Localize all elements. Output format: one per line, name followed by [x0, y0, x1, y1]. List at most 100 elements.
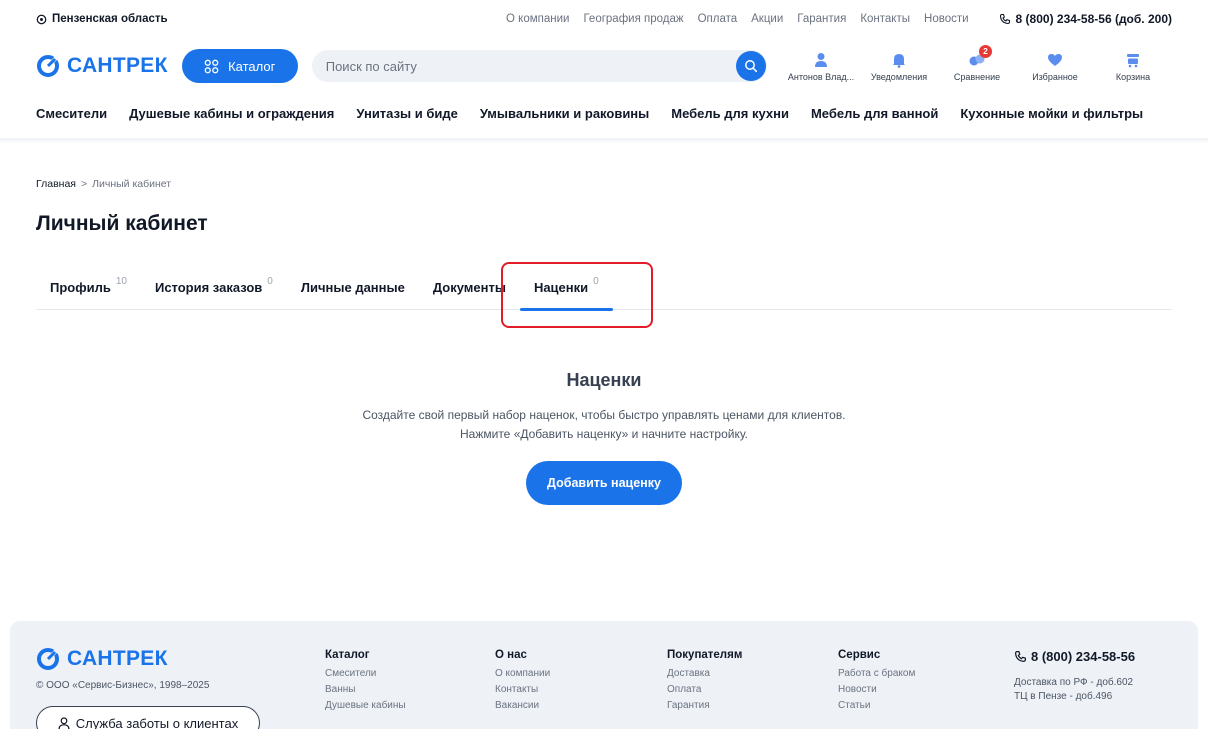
- footer-column-title: Сервис: [838, 649, 881, 661]
- tab-personal-data-label: Личные данные: [300, 280, 405, 295]
- footer-link[interactable]: Ванны: [325, 684, 406, 695]
- footer-link[interactable]: Душевые кабины: [325, 700, 406, 711]
- empty-state-text: Создайте свой первый набор наценок, чтоб…: [0, 406, 1208, 444]
- breadcrumb-home[interactable]: Главная: [36, 178, 76, 190]
- footer-link[interactable]: Доставка: [667, 668, 742, 679]
- cart-button[interactable]: Корзина: [1094, 51, 1172, 82]
- breadcrumb-separator: >: [80, 178, 88, 190]
- compare-badge: 2: [979, 44, 992, 58]
- phone-icon: [999, 13, 1010, 25]
- heart-icon: [1048, 53, 1062, 66]
- breadcrumb: Главная > Личный кабинет: [36, 178, 171, 190]
- top-phone-number: 8 (800) 234-58-56 (доб. 200): [1015, 12, 1172, 26]
- grid-icon: [204, 59, 219, 73]
- footer-link[interactable]: Смесители: [325, 668, 406, 679]
- footer-column-title: Каталог: [325, 649, 370, 661]
- empty-state-line-1: Создайте свой первый набор наценок, чтоб…: [362, 408, 846, 422]
- top-phone[interactable]: 8 (800) 234-58-56 (доб. 200): [999, 12, 1172, 26]
- empty-state-line-2: Нажмите «Добавить наценку» и начните нас…: [460, 427, 748, 441]
- compare-label: Сравнение: [953, 71, 1001, 82]
- top-link-warranty[interactable]: Гарантия: [797, 13, 846, 25]
- account-button[interactable]: Антонов Влад...: [782, 51, 860, 82]
- footer-column-buyers: Покупателям Доставка Оплата Гарантия: [667, 649, 742, 716]
- footer-link[interactable]: Работа с браком: [838, 668, 915, 679]
- customer-care-button[interactable]: Служба заботы о клиентах: [36, 706, 260, 729]
- header-icons: Антонов Влад... Уведомления 2 Сравнение …: [782, 44, 1172, 82]
- search-input[interactable]: [325, 58, 726, 74]
- logo-mark-icon: [37, 55, 59, 77]
- footer: САНТРЕК © ООО «Сервис-Бизнес», 1998–2025…: [10, 621, 1198, 729]
- search-icon: [744, 60, 757, 73]
- search-button[interactable]: [735, 51, 766, 81]
- logo-text: САНТРЕК: [67, 54, 168, 77]
- top-link-news[interactable]: Новости: [924, 13, 969, 25]
- tab-documents-label: Документы: [432, 280, 506, 295]
- annotation-highlight: [501, 262, 653, 328]
- top-link-geography[interactable]: География продаж: [583, 13, 683, 25]
- notifications-button[interactable]: Уведомления: [860, 51, 938, 82]
- site-logo[interactable]: САНТРЕК: [36, 54, 168, 78]
- top-link-payment[interactable]: Оплата: [698, 13, 738, 25]
- compare-button[interactable]: 2 Сравнение: [938, 44, 1016, 82]
- location-pin-icon: [36, 14, 47, 24]
- footer-note-delivery: Доставка по РФ - доб.602: [1014, 677, 1134, 688]
- breadcrumb-current: Личный кабинет: [92, 178, 172, 190]
- tab-order-history[interactable]: История заказов 0: [155, 268, 273, 310]
- category-faucets[interactable]: Смесители: [36, 106, 107, 121]
- category-bathroom-furniture[interactable]: Мебель для ванной: [811, 106, 938, 121]
- footer-link[interactable]: Новости: [838, 684, 915, 695]
- footer-phone-notes: Доставка по РФ - доб.602 ТЦ в Пензе - до…: [1014, 676, 1133, 704]
- category-toilets[interactable]: Унитазы и биде: [356, 106, 457, 121]
- header-divider: [0, 138, 1208, 144]
- bell-icon: [893, 53, 905, 68]
- tab-profile-label: Профиль: [50, 280, 111, 295]
- category-kitchen-furniture[interactable]: Мебель для кухни: [671, 106, 789, 121]
- page-title: Личный кабинет: [36, 212, 208, 235]
- region-label: Пензенская область: [52, 13, 168, 25]
- category-sinks[interactable]: Умывальники и раковины: [480, 106, 649, 121]
- footer-link[interactable]: Оплата: [667, 684, 742, 695]
- footer-logo[interactable]: САНТРЕК: [36, 647, 168, 671]
- footer-column-title: Покупателям: [667, 649, 743, 661]
- footer-link[interactable]: Контакты: [495, 684, 550, 695]
- footer-phone-icon: [1015, 651, 1026, 662]
- top-link-contacts[interactable]: Контакты: [860, 13, 910, 25]
- tab-profile[interactable]: Профиль 10: [50, 268, 127, 310]
- person-icon: [58, 716, 70, 729]
- footer-phone-number: 8 (800) 234-58-56: [1031, 649, 1136, 664]
- catalog-label: Каталог: [228, 58, 276, 74]
- footer-column-catalog: Каталог Смесители Ванны Душевые кабины: [325, 649, 406, 716]
- tab-documents[interactable]: Документы: [433, 268, 506, 310]
- category-kitchen-sinks[interactable]: Кухонные мойки и фильтры: [960, 106, 1143, 121]
- top-link-company[interactable]: О компании: [506, 13, 569, 25]
- footer-copyright: © ООО «Сервис-Бизнес», 1998–2025: [36, 680, 210, 691]
- favorites-button[interactable]: Избранное: [1016, 51, 1094, 82]
- catalog-button[interactable]: Каталог: [181, 49, 298, 83]
- user-icon: [815, 52, 827, 67]
- tab-order-history-label: История заказов: [154, 280, 263, 295]
- main-header: САНТРЕК Каталог Антонов Влад... Уведомле…: [0, 44, 1208, 88]
- notifications-label: Уведомления: [870, 71, 928, 82]
- top-bar: Пензенская область О компании География …: [0, 0, 1208, 38]
- account-label: Антонов Влад...: [787, 71, 855, 82]
- footer-link[interactable]: Статьи: [838, 700, 915, 711]
- top-link-promotions[interactable]: Акции: [751, 13, 783, 25]
- footer-phone[interactable]: 8 (800) 234-58-56: [1014, 649, 1135, 664]
- top-nav: О компании География продаж Оплата Акции…: [506, 13, 969, 25]
- customer-care-label: Служба заботы о клиентах: [75, 715, 239, 729]
- add-markup-button[interactable]: Добавить наценку: [526, 461, 682, 505]
- tab-profile-count: 10: [115, 276, 127, 287]
- search-box: [311, 50, 767, 82]
- category-menu: Смесители Душевые кабины и ограждения Ун…: [0, 96, 1208, 130]
- footer-link[interactable]: Гарантия: [667, 700, 742, 711]
- category-shower-cabins[interactable]: Душевые кабины и ограждения: [129, 106, 334, 121]
- tab-personal-data[interactable]: Личные данные: [301, 268, 405, 310]
- tab-order-history-count: 0: [267, 276, 273, 287]
- footer-link[interactable]: Вакансии: [495, 700, 550, 711]
- region-selector[interactable]: Пензенская область: [36, 13, 168, 25]
- footer-note-store: ТЦ в Пензе - доб.496: [1014, 691, 1113, 702]
- footer-column-about: О нас О компании Контакты Вакансии: [495, 649, 550, 716]
- footer-link[interactable]: О компании: [495, 668, 550, 679]
- cart-label: Корзина: [1115, 71, 1151, 82]
- footer-column-title: О нас: [495, 649, 527, 661]
